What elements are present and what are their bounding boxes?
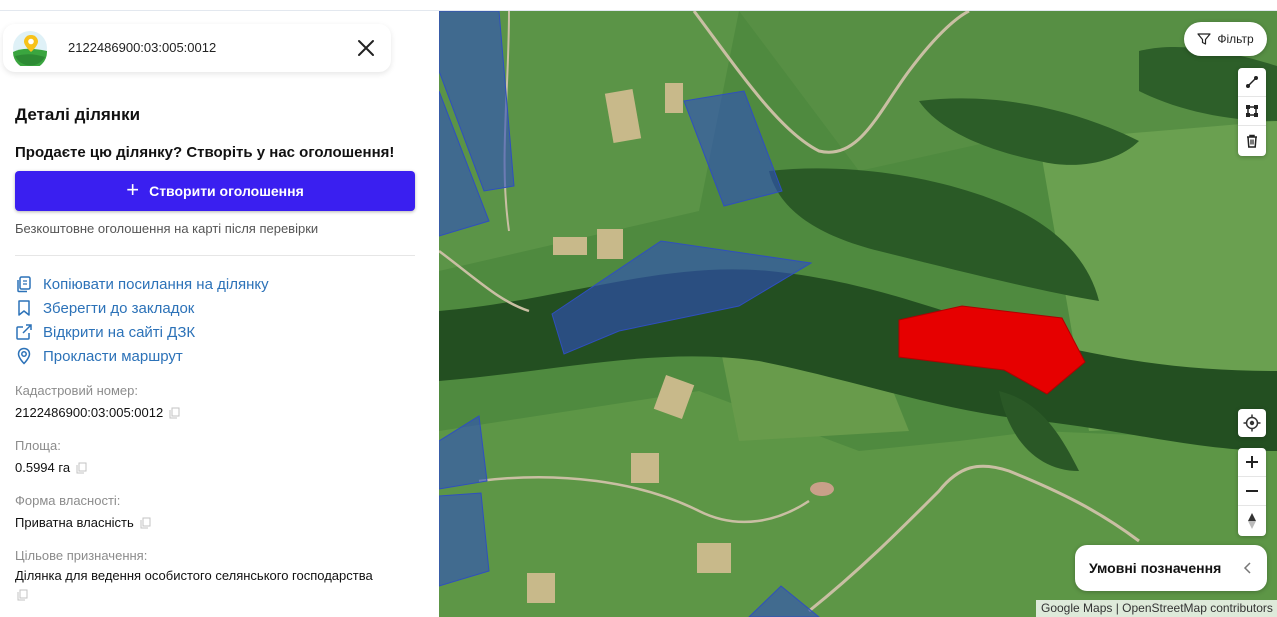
bookmark-action[interactable]: Зберегти до закладок — [15, 297, 194, 319]
app-logo-icon — [13, 31, 47, 66]
top-border — [0, 0, 1277, 11]
zoom-in-button[interactable] — [1238, 448, 1266, 477]
details-panel: 2122486900:03:005:0012 Деталі ділянки Пр… — [0, 11, 439, 617]
legend-button[interactable]: Умовні позначення — [1075, 545, 1267, 591]
crosshair-icon — [1243, 414, 1261, 432]
copy-icon[interactable] — [76, 462, 87, 474]
copy-link-label: Копіювати посилання на ділянку — [43, 275, 269, 293]
plus-icon: + — [126, 177, 140, 202]
cadastral-number-value: 2122486900:03:005:0012 — [15, 405, 180, 420]
compass-button[interactable] — [1238, 506, 1266, 535]
area-value: 0.5994 га — [15, 460, 87, 475]
compass-icon — [1248, 512, 1256, 529]
copy-link-action[interactable]: Копіювати посилання на ділянку — [15, 273, 269, 295]
create-listing-button[interactable]: + Створити оголошення — [15, 171, 415, 211]
copy-icon — [17, 276, 31, 293]
create-listing-label: Створити оголошення — [149, 183, 304, 199]
sell-prompt: Продаєте цю ділянку? Створіть у нас огол… — [15, 144, 395, 161]
area-label: Площа: — [15, 438, 61, 453]
copy-icon[interactable] — [17, 589, 28, 601]
trash-icon — [1247, 134, 1257, 148]
ownership-text: Приватна власність — [15, 515, 134, 530]
details-title: Деталі ділянки — [15, 105, 141, 124]
cadastral-number-label: Кадастровий номер: — [15, 383, 138, 398]
map-view[interactable]: Фільтр Умовні позначення Google Maps | O… — [439, 11, 1277, 617]
purpose-label: Цільове призначення: — [15, 548, 148, 563]
bookmark-icon — [18, 300, 30, 316]
chevron-left-icon — [1243, 562, 1251, 574]
map-attribution[interactable]: Google Maps | OpenStreetMap contributors — [1036, 600, 1277, 617]
draw-line-button[interactable] — [1238, 68, 1266, 97]
open-dzk-action[interactable]: Відкрити на сайті ДЗК — [15, 321, 195, 343]
close-icon[interactable] — [355, 37, 377, 59]
draw-tools — [1238, 68, 1266, 156]
area-text: 0.5994 га — [15, 460, 71, 475]
filter-icon — [1197, 33, 1211, 45]
legend-label: Умовні позначення — [1089, 560, 1222, 576]
search-card[interactable]: 2122486900:03:005:0012 — [3, 24, 391, 72]
locate-button[interactable] — [1238, 409, 1266, 437]
copy-icon[interactable] — [169, 407, 180, 419]
filter-button[interactable]: Фільтр — [1184, 22, 1267, 56]
route-label: Прокласти маршрут — [43, 347, 183, 365]
filter-label: Фільтр — [1217, 32, 1254, 46]
draw-polygon-button[interactable] — [1238, 97, 1266, 126]
delete-drawing-button[interactable] — [1238, 126, 1266, 155]
free-listing-note: Безкоштовне оголошення на карті після пе… — [15, 221, 319, 236]
open-dzk-label: Відкрити на сайті ДЗК — [43, 323, 196, 341]
line-icon — [1246, 76, 1258, 88]
ownership-label: Форма власності: — [15, 493, 121, 508]
purpose-text: Ділянка для ведення особистого селянсько… — [15, 568, 373, 583]
bookmark-label: Зберегти до закладок — [43, 299, 195, 317]
ownership-value: Приватна власність — [15, 515, 151, 530]
external-link-icon — [16, 324, 32, 340]
divider — [15, 255, 415, 256]
zoom-controls — [1238, 448, 1266, 536]
plus-icon — [1246, 456, 1258, 468]
satellite-imagery[interactable] — [439, 11, 1277, 617]
minus-icon — [1246, 490, 1258, 492]
polygon-icon — [1246, 105, 1258, 117]
route-action[interactable]: Прокласти маршрут — [15, 345, 183, 367]
zoom-out-button[interactable] — [1238, 477, 1266, 506]
copy-icon[interactable] — [140, 517, 151, 529]
search-input[interactable]: 2122486900:03:005:0012 — [68, 40, 216, 55]
cadastral-number-text: 2122486900:03:005:0012 — [15, 405, 164, 420]
location-pin-icon — [17, 347, 31, 365]
purpose-value: Ділянка для ведення особистого селянсько… — [15, 568, 373, 583]
